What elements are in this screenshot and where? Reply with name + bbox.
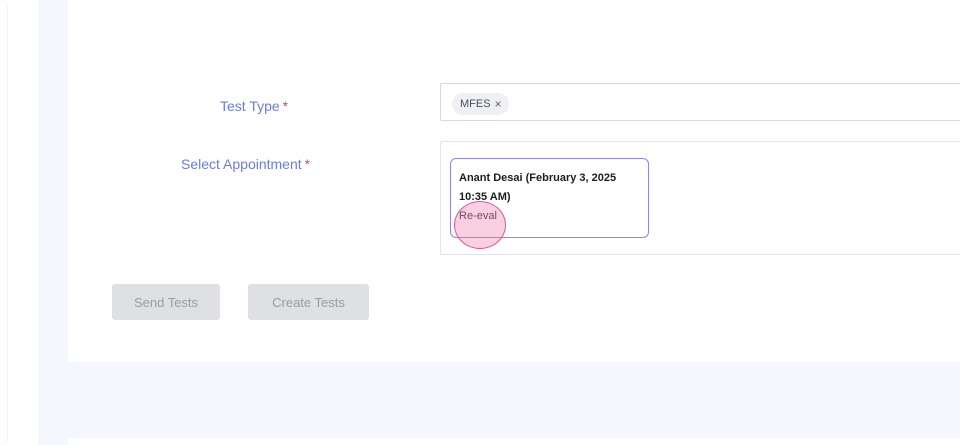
required-marker: * [282,98,289,114]
test-type-select[interactable]: MFES × [440,83,960,121]
sidebar [0,0,8,445]
chip-label: MFES [460,98,491,110]
next-card-edge [68,438,960,445]
appointment-type: Re-eval [459,210,497,222]
test-type-label: Test Type * [220,98,288,114]
app-root: Test Type * MFES × Select Appointment * An… [0,0,960,445]
test-type-label-text: Test Type [220,98,280,114]
appointment-list: Anant Desai (February 3, 2025 10:35 AM) … [440,141,960,255]
appointment-title: Anant Desai (February 3, 2025 10:35 AM) [459,172,617,203]
send-tests-button[interactable]: Send Tests [112,284,220,320]
chip-remove-icon[interactable]: × [495,97,502,111]
select-appointment-label: Select Appointment * [181,156,310,172]
appointment-option[interactable]: Anant Desai (February 3, 2025 10:35 AM) … [450,158,649,238]
required-marker: * [304,156,311,172]
create-tests-button[interactable]: Create Tests [248,284,369,320]
test-type-chip: MFES × [452,93,509,115]
select-appointment-label-text: Select Appointment [181,156,302,172]
